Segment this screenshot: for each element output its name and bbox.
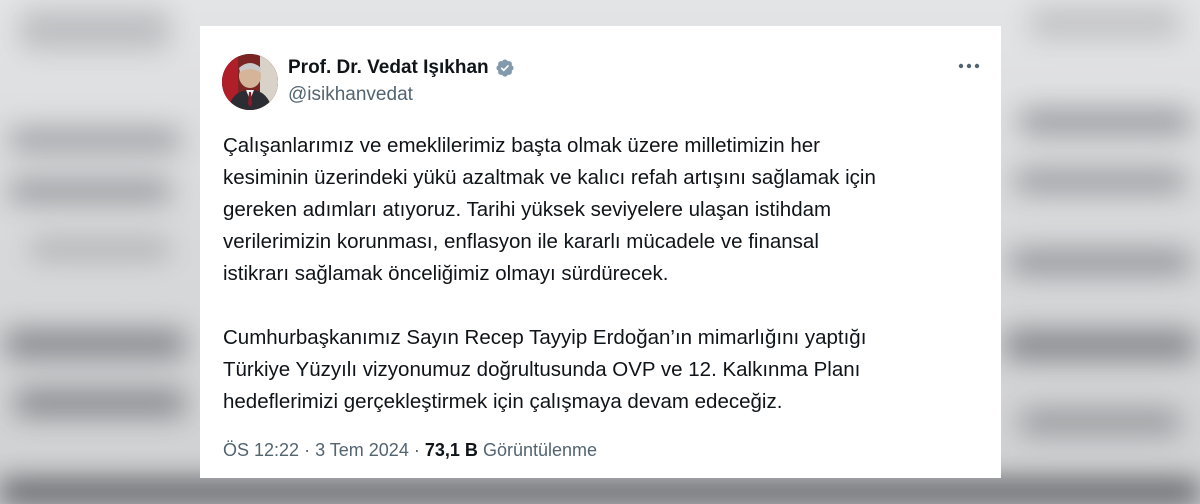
text-line: Cumhurbaşkanımız Sayın Recep Tayyip Erdo… [223,326,867,349]
text-line: Çalışanlarımız ve emeklilerimiz başta ol… [223,134,820,157]
author-avatar[interactable] [222,54,278,110]
author-name-row: Prof. Dr. Vedat Işıkhan [288,57,515,79]
tweet-time-link[interactable]: ÖS 12:22 · 3 Tem 2024 [223,440,409,460]
text-line: hedeflerimizi gerçekleştirmek için çalış… [223,390,783,413]
tweet-paragraph: Çalışanlarımız ve emeklilerimiz başta ol… [223,130,983,290]
text-line: gereken adımları atıyoruz. Tarihi yüksek… [223,198,832,221]
text-line: verilerimizin korunması, enflasyon ile k… [223,230,819,253]
tweet-paragraph: Cumhurbaşkanımız Sayın Recep Tayyip Erdo… [223,322,983,418]
views-label: Görüntülenme [482,440,598,460]
text-line: Türkiye Yüzyılı vizyonumuz doğrultusunda… [223,358,861,381]
views-count: 73,1 B [424,440,478,460]
text-line: kesiminin üzerindeki yükü azaltmak ve ka… [223,166,876,189]
more-options-icon[interactable] [955,56,983,76]
tweet-card: Prof. Dr. Vedat Işıkhan @isikhanvedat Ça… [200,26,1001,478]
meta-separator: · [304,440,311,460]
tweet-meta: ÖS 12:22 · 3 Tem 2024 · 73,1 B Görüntüle… [223,440,597,461]
meta-separator: · [413,440,420,460]
tweet-time: ÖS 12:22 [223,440,300,460]
tweet-date: 3 Tem 2024 [315,440,409,460]
tweet-text: Çalışanlarımız ve emeklilerimiz başta ol… [223,130,983,418]
author-name[interactable]: Prof. Dr. Vedat Işıkhan [288,57,489,79]
author-handle[interactable]: @isikhanvedat [288,84,413,106]
avatar-image [222,54,278,110]
text-line: istikrarı sağlamak önceliğimiz olmayı sü… [223,262,669,285]
verified-badge-icon [495,58,515,78]
